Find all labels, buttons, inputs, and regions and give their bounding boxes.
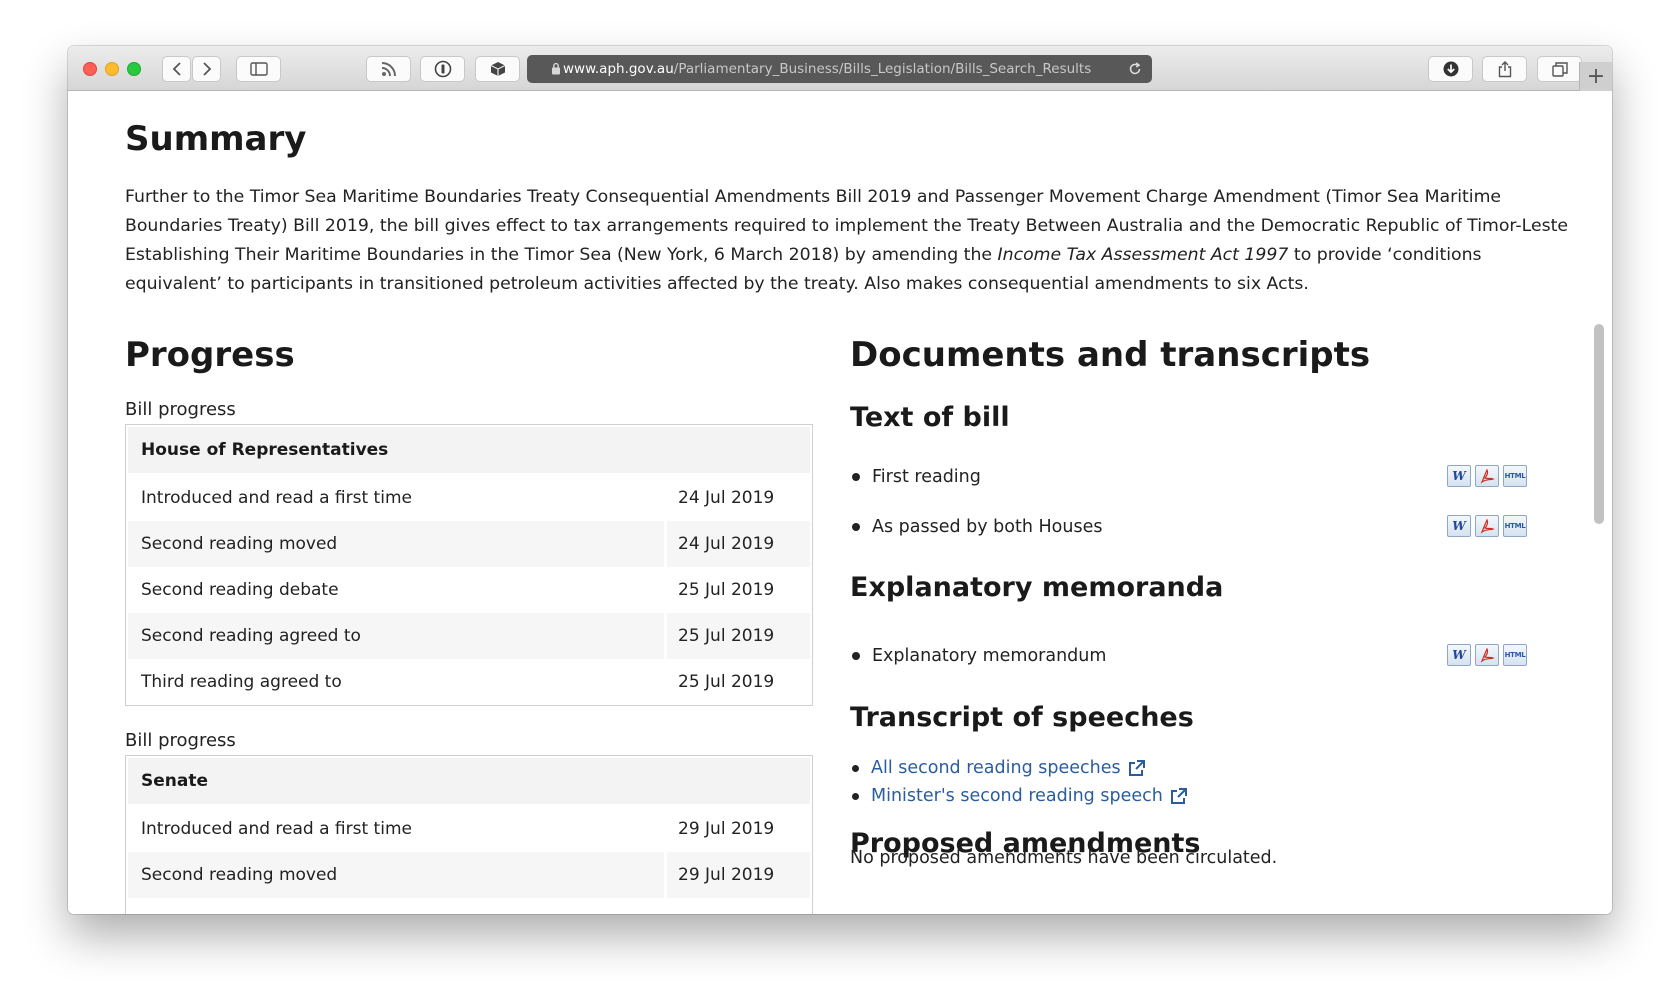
pdf-icon[interactable] (1475, 644, 1499, 666)
url-path: /Parliamentary_Business/Bills_Legislatio… (673, 61, 1092, 77)
bullet (852, 792, 859, 800)
page-content: Summary Further to the Timor Sea Maritim… (68, 91, 1612, 914)
minimize-window-button[interactable] (105, 62, 119, 76)
date-cell: 24 Jul 2019 (667, 521, 810, 567)
date-cell: 29 Jul 2019 (678, 819, 775, 839)
rss-icon (381, 62, 396, 77)
address-bar[interactable]: www.aph.gov.au/Parliamentary_Business/Bi… (527, 55, 1152, 83)
summary-text: Further to the Timor Sea Maritime Bounda… (125, 183, 1570, 299)
word-doc-icon[interactable]: W (1447, 465, 1471, 487)
stage-cell: Third reading agreed to (141, 672, 342, 692)
lock-icon (552, 62, 560, 75)
new-tab-button[interactable]: + (1579, 62, 1612, 91)
forward-button[interactable] (192, 56, 221, 82)
html-doc-icon[interactable]: HTML (1503, 465, 1527, 487)
table-header-senate: Senate (128, 758, 810, 804)
bullet (852, 764, 859, 772)
list-item: Minister's second reading speech (850, 783, 1187, 809)
chevron-left-icon (172, 62, 181, 76)
table-row: Introduced and read a first time 29 Jul 2… (128, 806, 810, 852)
transcript-heading: Transcript of speeches (850, 702, 1194, 733)
stage-cell: Second reading agreed to (128, 613, 664, 659)
document-label: Explanatory memorandum (872, 646, 1107, 666)
date-cell: 25 Jul 2019 (678, 672, 775, 692)
stage-cell: Introduced and read a first time (141, 488, 412, 508)
document-label: As passed by both Houses (872, 517, 1103, 537)
act-name: Income Tax Assessment Act 1997 (997, 245, 1289, 265)
share-button[interactable] (1482, 56, 1527, 82)
format-icons: W HTML (1447, 515, 1527, 537)
rss-button[interactable] (366, 56, 411, 82)
tab-overview-button[interactable] (1537, 56, 1582, 82)
date-cell: 29 Jul 2019 (667, 852, 810, 898)
browser-window: www.aph.gov.au/Parliamentary_Business/Bi… (68, 46, 1612, 914)
table-row: Second reading moved 24 Jul 2019 (128, 521, 810, 567)
table-row: Second reading moved 29 Jul 2019 (128, 852, 810, 898)
downloads-button[interactable] (1428, 56, 1473, 82)
table-row: Introduced and read a first time 24 Jul 2… (128, 475, 810, 521)
explanatory-memoranda-heading: Explanatory memoranda (850, 572, 1224, 603)
chevron-right-icon (202, 62, 211, 76)
senate-progress-table: Senate Introduced and read a first time 2… (125, 755, 813, 914)
word-doc-icon[interactable]: W (1447, 644, 1471, 666)
house-progress-table: House of Representatives Introduced and … (125, 424, 813, 706)
url-host: www.aph.gov.au (563, 61, 674, 77)
sidebar-icon (249, 62, 268, 76)
bill-progress-caption: Bill progress (125, 730, 236, 751)
list-item: All second reading speeches (850, 755, 1145, 781)
date-cell: 24 Jul 2019 (678, 488, 775, 508)
cube-icon (490, 62, 505, 76)
html-doc-icon[interactable]: HTML (1503, 515, 1527, 537)
pdf-icon[interactable] (1475, 465, 1499, 487)
bullet (852, 523, 860, 531)
date-cell: 25 Jul 2019 (667, 613, 810, 659)
reload-icon (1129, 62, 1141, 75)
progress-heading: Progress (125, 335, 295, 375)
summary-heading: Summary (125, 119, 307, 159)
format-icons: W HTML (1447, 644, 1527, 666)
word-doc-icon[interactable]: W (1447, 515, 1471, 537)
extension-button[interactable] (475, 56, 520, 82)
sidebar-toggle-button[interactable] (236, 56, 281, 82)
format-icons: W HTML (1447, 465, 1527, 487)
date-cell: 25 Jul 2019 (678, 580, 775, 600)
maximize-window-button[interactable] (127, 62, 141, 76)
password-icon (434, 60, 451, 78)
no-amendments-text: No proposed amendments have been circula… (850, 848, 1278, 868)
share-icon (1498, 60, 1511, 77)
list-item: Explanatory memorandum W HTML (850, 641, 1530, 671)
list-item: First reading W HTML (850, 462, 1530, 492)
reload-button[interactable] (1124, 58, 1146, 80)
password-manager-button[interactable] (420, 56, 465, 82)
pdf-icon[interactable] (1475, 515, 1499, 537)
stage-cell: Second reading debate (141, 580, 339, 600)
tabs-icon (1551, 61, 1568, 77)
ministers-second-reading-speech-link[interactable]: Minister's second reading speech (871, 786, 1163, 806)
html-doc-icon[interactable]: HTML (1503, 644, 1527, 666)
documents-heading: Documents and transcripts (850, 335, 1371, 375)
stage-cell: Second reading moved (128, 521, 664, 567)
external-link-icon (1128, 759, 1145, 776)
scrollbar-thumb[interactable] (1594, 324, 1604, 524)
table-row: Second reading agreed to 25 Jul 2019 (128, 613, 810, 659)
stage-cell: Introduced and read a first time (141, 819, 412, 839)
plus-icon: + (1586, 64, 1606, 89)
document-label: First reading (872, 467, 981, 487)
list-item: As passed by both Houses W HTML (850, 512, 1530, 542)
text-of-bill-heading: Text of bill (850, 402, 1010, 433)
back-button[interactable] (162, 56, 191, 82)
external-link-icon (1170, 787, 1187, 804)
bullet (852, 652, 860, 660)
table-row: Third reading agreed to 25 Jul 2019 (128, 659, 810, 705)
table-row: Second reading debate 25 Jul 2019 (128, 567, 810, 613)
stage-cell: Second reading moved (128, 852, 664, 898)
all-second-reading-speeches-link[interactable]: All second reading speeches (871, 758, 1121, 778)
download-icon (1443, 61, 1458, 77)
bill-progress-caption: Bill progress (125, 399, 236, 420)
close-window-button[interactable] (83, 62, 97, 76)
browser-toolbar: www.aph.gov.au/Parliamentary_Business/Bi… (68, 46, 1612, 91)
table-header-house: House of Representatives (128, 427, 810, 473)
bullet (852, 473, 860, 481)
